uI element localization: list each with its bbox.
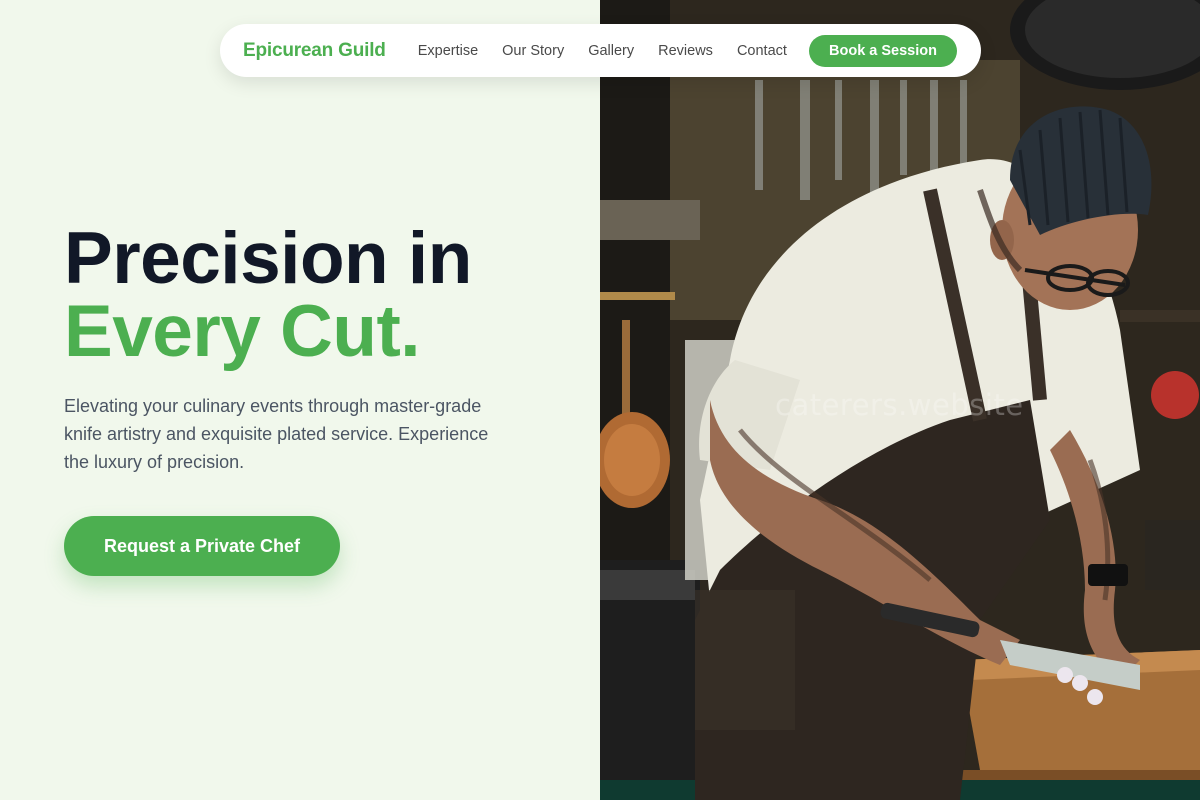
nav-link-our-story[interactable]: Our Story <box>502 43 564 59</box>
nav-link-expertise[interactable]: Expertise <box>418 43 478 59</box>
hero-title-line-2: Every Cut. <box>64 291 421 372</box>
nav-link-contact[interactable]: Contact <box>737 43 787 59</box>
nav-link-reviews[interactable]: Reviews <box>658 43 713 59</box>
hero-photo: caterers.website <box>600 0 1200 800</box>
hero-title-line-1: Precision in <box>64 218 472 299</box>
hero-content-panel: Precision in Every Cut. Elevating your c… <box>0 0 600 800</box>
nav-links: Expertise Our Story Gallery Reviews Cont… <box>418 43 787 59</box>
hero-title: Precision in Every Cut. <box>64 222 472 368</box>
photo-watermark: caterers.website <box>775 388 1024 422</box>
top-navigation-bar: Epicurean Guild Expertise Our Story Gall… <box>220 24 981 77</box>
request-private-chef-button[interactable]: Request a Private Chef <box>64 516 340 576</box>
brand-logo[interactable]: Epicurean Guild <box>243 40 386 62</box>
nav-link-gallery[interactable]: Gallery <box>588 43 634 59</box>
book-session-button[interactable]: Book a Session <box>809 34 957 67</box>
hero-description: Elevating your culinary events through m… <box>64 396 489 472</box>
